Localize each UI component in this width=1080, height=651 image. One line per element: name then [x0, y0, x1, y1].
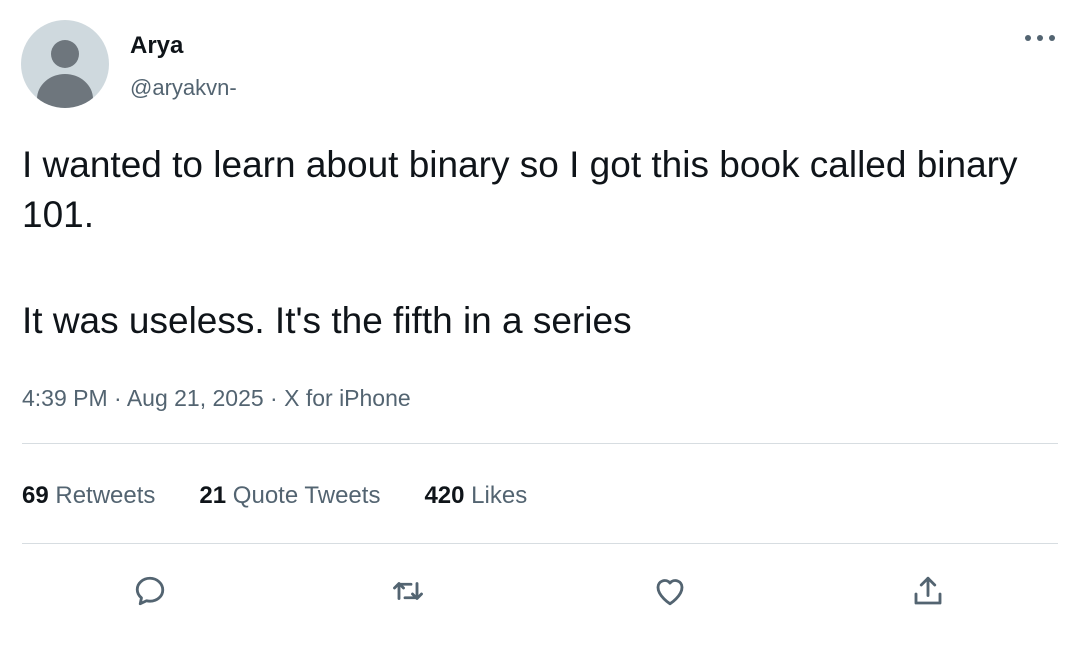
retweet-button[interactable]: [383, 566, 433, 616]
reply-button[interactable]: [125, 566, 175, 616]
share-button[interactable]: [903, 566, 953, 616]
divider: [22, 543, 1058, 544]
divider: [22, 443, 1058, 444]
retweet-icon: [390, 573, 426, 609]
retweets-stat[interactable]: 69 Retweets: [22, 480, 155, 512]
share-icon: [910, 573, 946, 609]
quote-tweets-label: Quote Tweets: [232, 482, 381, 509]
likes-count: 420: [424, 482, 465, 509]
tweet-card: Arya @aryakvn- I wanted to learn about b…: [0, 0, 1080, 651]
avatar-head-shape: [51, 40, 79, 68]
tweet-paragraph: It was useless. It's the fifth in a seri…: [22, 300, 632, 341]
like-button[interactable]: [645, 566, 695, 616]
tweet-text: I wanted to learn about binary so I got …: [22, 140, 1052, 346]
retweets-count: 69: [22, 482, 49, 509]
tweet-paragraph: I wanted to learn about binary so I got …: [22, 144, 1018, 235]
likes-label: Likes: [471, 482, 528, 509]
heart-icon: [652, 573, 688, 609]
more-icon: [1024, 34, 1056, 42]
retweets-label: Retweets: [55, 482, 156, 509]
author-display-name[interactable]: Arya: [130, 31, 183, 61]
reply-icon: [132, 573, 168, 609]
tweet-timestamp[interactable]: 4:39 PM · Aug 21, 2025 · X for iPhone: [22, 383, 411, 413]
quote-tweets-count: 21: [199, 482, 227, 509]
author-handle[interactable]: @aryakvn-: [130, 74, 237, 102]
engagement-stats: 69 Retweets 21 Quote Tweets 420 Likes: [22, 480, 571, 512]
likes-stat[interactable]: 420 Likes: [424, 480, 527, 512]
action-bar: [0, 566, 1080, 616]
avatar-shoulders-shape: [37, 74, 93, 108]
avatar[interactable]: [21, 20, 109, 108]
quote-tweets-stat[interactable]: 21 Quote Tweets: [199, 480, 380, 512]
more-options-button[interactable]: [1022, 26, 1058, 50]
